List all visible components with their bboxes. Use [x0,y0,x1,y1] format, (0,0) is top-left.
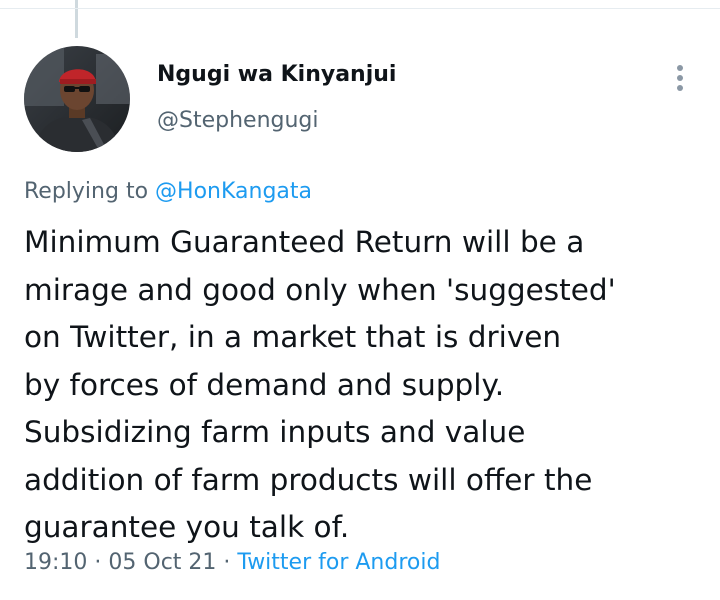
thread-connector-line [75,0,78,38]
tweet-text-line: addition of farm products will offer the [24,462,593,497]
tweet-text-line: Subsidizing farm inputs and value [24,415,526,449]
tweet-text-line: by forces of demand and supply. [24,367,505,402]
more-options-button[interactable] [666,62,694,94]
reply-mention-link[interactable]: @HonKangata [155,179,312,204]
tweet-time[interactable]: 19:10 [24,550,87,575]
tweet-text-line: Minimum Guaranteed Return will be a [24,225,585,259]
user-photo-icon [24,46,130,152]
reply-context: Replying to @HonKangata [24,179,312,204]
more-vertical-icon [677,65,683,91]
tweet-text-line: guarantee you talk of. [24,510,350,544]
author-handle[interactable]: @Stephengugi [157,108,319,133]
meta-separator: · [87,550,109,575]
avatar[interactable] [24,46,130,152]
tweet-source-link[interactable]: Twitter for Android [237,550,440,575]
divider [0,8,720,9]
tweet-detail: Ngugi wa Kinyanjui @Stephengugi Replying… [0,0,720,600]
tweet-meta: 19:10 · 05 Oct 21 · Twitter for Android [24,550,440,575]
meta-separator: · [216,550,238,575]
author-display-name[interactable]: Ngugi wa Kinyanjui [157,62,396,87]
reply-context-prefix: Replying to [24,179,156,204]
tweet-text: Minimum Guaranteed Return will be a mira… [24,219,704,552]
tweet-text-line: on Twitter, in a market that is driven [24,320,562,354]
tweet-date[interactable]: 05 Oct 21 [108,550,216,575]
tweet-text-line: mirage and good only when 'suggested' [24,272,616,307]
